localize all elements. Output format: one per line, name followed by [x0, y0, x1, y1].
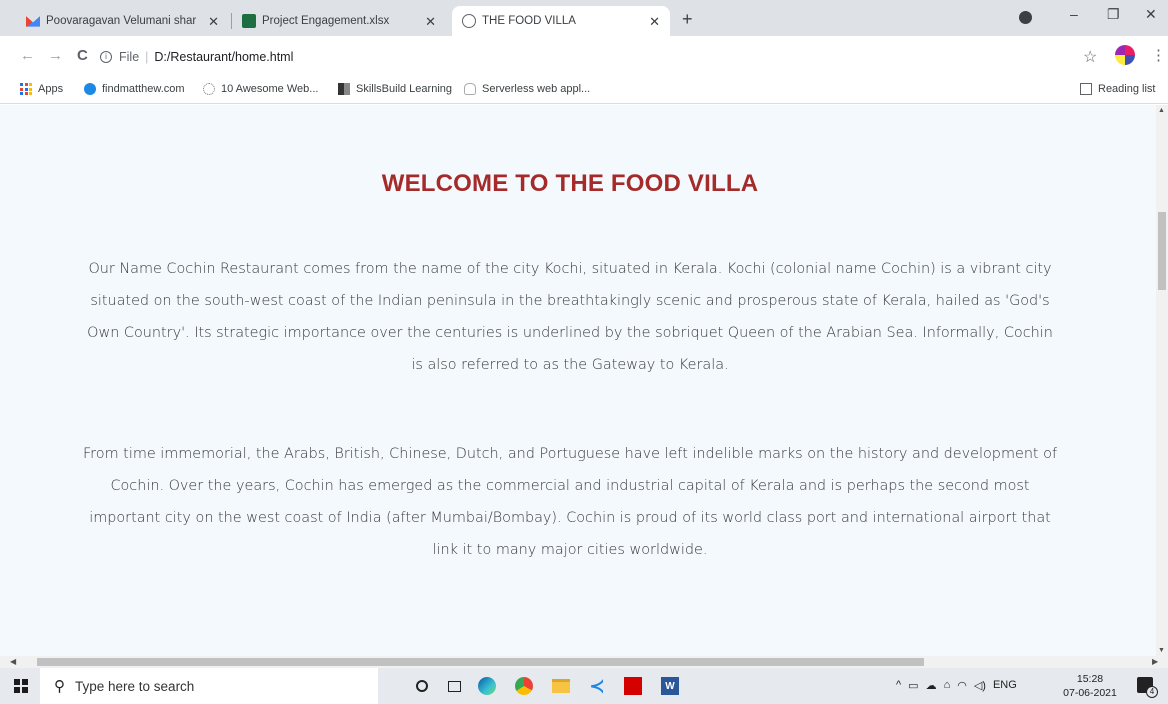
- tab-title: Project Engagement.xlsx: [262, 15, 390, 27]
- onedrive-icon[interactable]: ☁: [926, 679, 937, 692]
- globe-icon: [462, 14, 476, 28]
- profile-avatar[interactable]: [1115, 45, 1135, 65]
- network-icon[interactable]: ⌂: [944, 679, 951, 692]
- search-icon: ⚲: [54, 678, 65, 695]
- language-indicator[interactable]: ENG: [993, 679, 1017, 692]
- restore-button[interactable]: ❐: [1107, 6, 1120, 23]
- cortana-icon[interactable]: [412, 676, 432, 696]
- clock-time: 15:28: [1076, 673, 1104, 685]
- tab-gmail[interactable]: Poovaragavan Velumani shared ✕: [16, 6, 229, 36]
- bookmark-findmatthew[interactable]: findmatthew.com: [84, 83, 185, 95]
- minimize-button[interactable]: –: [1070, 6, 1078, 22]
- scroll-left-icon[interactable]: ◀: [10, 657, 16, 666]
- edge-icon[interactable]: [477, 676, 497, 696]
- windows-start-icon[interactable]: [14, 679, 28, 693]
- address-path: D:/Restaurant/home.html: [154, 50, 294, 64]
- bookmark-label: findmatthew.com: [102, 83, 185, 95]
- bookmark-apps[interactable]: Apps: [20, 83, 63, 95]
- bookmark-label: SkillsBuild Learning: [356, 83, 452, 95]
- battery-icon[interactable]: ▭: [908, 679, 918, 692]
- tab-title: Poovaragavan Velumani shared: [46, 15, 196, 27]
- info-icon[interactable]: i: [100, 51, 112, 63]
- notification-count: 4: [1146, 686, 1158, 698]
- reload-button[interactable]: C: [77, 48, 88, 64]
- bookmark-label: 10 Awesome Web...: [221, 83, 319, 95]
- scroll-right-icon[interactable]: ▶: [1152, 657, 1158, 666]
- menu-kebab-icon[interactable]: ⋮: [1151, 46, 1166, 64]
- volume-icon[interactable]: ◁): [974, 679, 986, 692]
- file-explorer-icon[interactable]: [551, 676, 571, 696]
- system-tray[interactable]: ^ ▭ ☁ ⌂ ◠ ◁) ENG: [896, 679, 1017, 692]
- bookmark-star-icon[interactable]: ☆: [1083, 47, 1097, 67]
- search-placeholder: Type here to search: [75, 678, 195, 694]
- tab-search-icon[interactable]: [1019, 11, 1032, 24]
- address-bar[interactable]: i File | D:/Restaurant/home.html: [100, 43, 1060, 71]
- bookmark-label: Serverless web appl...: [482, 83, 591, 95]
- address-divider: |: [145, 50, 149, 64]
- excel-icon: [242, 14, 256, 28]
- close-icon[interactable]: ✕: [649, 14, 660, 30]
- findmatthew-icon: [84, 83, 96, 95]
- horizontal-scroll-thumb[interactable]: [37, 658, 924, 666]
- browser-toolbar: ← → C i File | D:/Restaurant/home.html ☆…: [0, 36, 1168, 78]
- vertical-scrollbar[interactable]: ▲ ▼: [1156, 105, 1168, 656]
- scroll-down-icon[interactable]: ▼: [1158, 647, 1165, 654]
- red-app-icon[interactable]: [623, 676, 643, 696]
- intro-paragraph: Our Name Cochin Restaurant comes from th…: [87, 261, 1053, 373]
- chrome-icon[interactable]: [514, 676, 534, 696]
- window-close-button[interactable]: ✕: [1145, 6, 1157, 23]
- tab-project-engagement[interactable]: Project Engagement.xlsx ✕: [232, 6, 446, 36]
- address-scheme: File: [119, 50, 140, 64]
- bookmark-label: Apps: [38, 83, 64, 95]
- reading-list-label: Reading list: [1098, 83, 1156, 95]
- taskbar-clock[interactable]: 15:28 07-06-2021: [1060, 672, 1120, 700]
- web-icon: [203, 83, 215, 95]
- tab-strip: Poovaragavan Velumani shared ✕ Project E…: [0, 0, 1168, 36]
- vscode-icon[interactable]: ≺: [587, 676, 607, 696]
- history-paragraph: From time immemorial, the Arabs, British…: [82, 446, 1058, 558]
- close-icon[interactable]: ✕: [425, 14, 436, 30]
- horizontal-scrollbar[interactable]: ◀ ▶: [0, 656, 1168, 668]
- reading-list-button[interactable]: Reading list: [1080, 83, 1155, 95]
- bookmark-skillsbuild[interactable]: SkillsBuild Learning: [338, 83, 452, 95]
- reading-list-icon: [1080, 83, 1092, 95]
- wifi-icon[interactable]: ◠: [957, 679, 967, 692]
- clock-date: 07-06-2021: [1063, 687, 1117, 699]
- bookmarks-bar: Apps findmatthew.com 10 Awesome Web... S…: [0, 78, 1168, 104]
- windows-taskbar: ⚲ Type here to search ≺ W ^ ▭ ☁ ⌂ ◠ ◁) E…: [0, 668, 1168, 704]
- chevron-up-icon[interactable]: ^: [896, 679, 901, 692]
- back-button[interactable]: ←: [20, 48, 35, 64]
- forward-button[interactable]: →: [48, 48, 63, 64]
- apps-grid-icon: [20, 83, 32, 95]
- task-view-icon[interactable]: [444, 676, 464, 696]
- vertical-scroll-thumb[interactable]: [1158, 212, 1166, 290]
- bookmark-serverless[interactable]: Serverless web appl...: [464, 83, 590, 95]
- page-viewport: WELCOME TO THE FOOD VILLA Our Name Cochi…: [0, 105, 1156, 656]
- gmail-icon: [26, 16, 40, 27]
- close-icon[interactable]: ✕: [208, 14, 219, 30]
- page-heading: WELCOME TO THE FOOD VILLA: [381, 170, 759, 197]
- bookmark-awesome-web[interactable]: 10 Awesome Web...: [203, 83, 318, 95]
- new-tab-button[interactable]: +: [682, 10, 693, 28]
- serverless-icon: [464, 83, 476, 95]
- taskbar-search-box[interactable]: ⚲ Type here to search: [40, 668, 378, 704]
- scroll-up-icon[interactable]: ▲: [1158, 107, 1165, 114]
- skillsbuild-icon: [338, 83, 350, 95]
- word-icon[interactable]: W: [660, 676, 680, 696]
- tab-food-villa[interactable]: THE FOOD VILLA ✕: [452, 6, 670, 36]
- tab-title: THE FOOD VILLA: [482, 15, 576, 27]
